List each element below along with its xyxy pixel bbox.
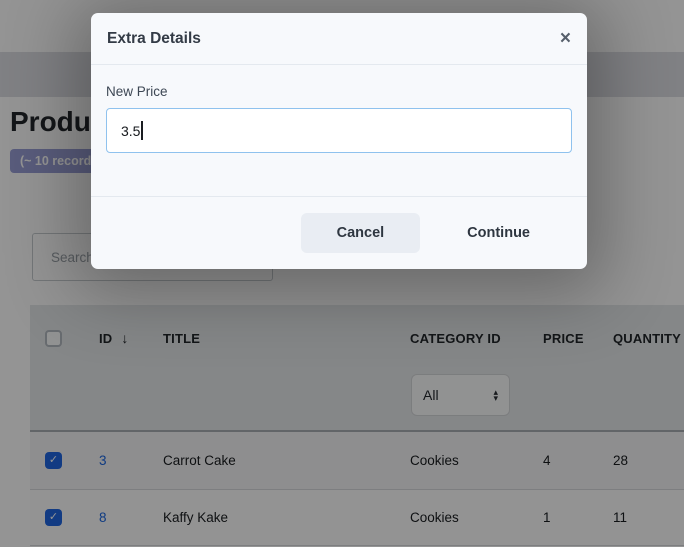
modal-title: Extra Details — [107, 30, 201, 48]
modal-body: New Price 3.5 — [91, 65, 587, 153]
modal-header: Extra Details × — [91, 13, 587, 65]
new-price-input[interactable]: 3.5 — [106, 108, 572, 153]
extra-details-modal: Extra Details × New Price 3.5 Cancel Con… — [91, 13, 587, 269]
cancel-button[interactable]: Cancel — [301, 213, 421, 253]
close-icon[interactable]: × — [560, 29, 571, 48]
new-price-value: 3.5 — [121, 123, 140, 139]
new-price-label: New Price — [106, 84, 572, 99]
text-caret — [141, 121, 143, 140]
continue-button[interactable]: Continue — [467, 225, 530, 241]
modal-footer: Cancel Continue — [91, 196, 587, 269]
app-window: Products (~ 10 records) ID ↓ TITLE CATEG… — [0, 0, 684, 547]
